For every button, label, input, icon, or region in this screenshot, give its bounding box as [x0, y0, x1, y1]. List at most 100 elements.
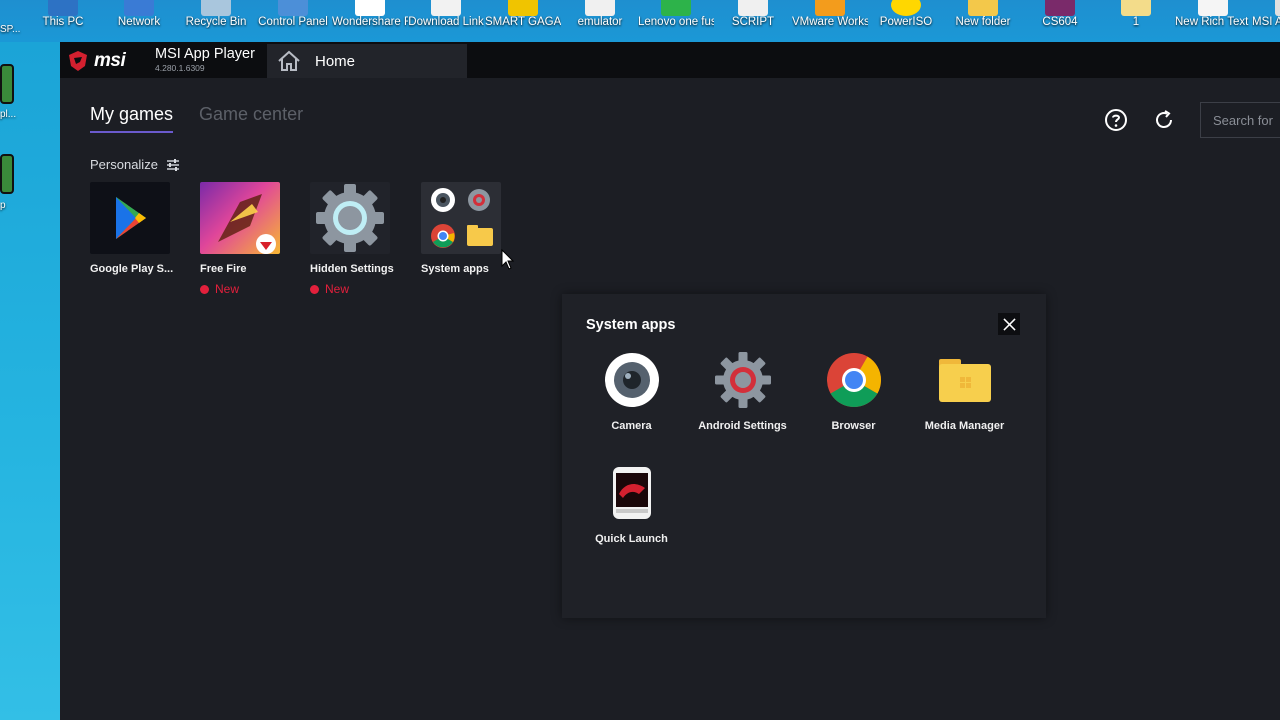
quick-launch-icon — [612, 467, 651, 519]
folder-icon — [421, 182, 501, 254]
system-app-label: Quick Launch — [595, 533, 668, 545]
desktop-icon-network[interactable]: Network — [101, 0, 177, 42]
desktop-icons-row: This PC Network Recycle Bin Control Pane… — [0, 0, 1280, 42]
desktop-icon-label: MSI App Player — [1252, 16, 1280, 28]
chrome-icon — [826, 353, 881, 408]
desktop-icon-msi-player[interactable]: MSI App Player — [1252, 0, 1280, 42]
desktop-icon-vmware[interactable]: VMware Workstati... — [792, 0, 868, 42]
free-fire-icon — [200, 182, 280, 254]
msi-app-player-window: msi MSI App Player 4.280.1.6309 Home My … — [60, 42, 1280, 720]
media-manager-folder-icon — [938, 359, 991, 402]
desktop-icon-rich-text[interactable]: New Rich Text Doc... — [1175, 0, 1251, 42]
desktop-icon-control-panel[interactable]: Control Panel — [255, 0, 331, 42]
filmora-icon — [355, 0, 385, 16]
desktop-icon-label: Control Panel — [258, 16, 328, 28]
game-free-fire[interactable]: Free Fire New — [200, 182, 300, 296]
game-hidden-settings[interactable]: Hidden Settings New — [310, 182, 410, 296]
vmware-icon — [815, 0, 845, 16]
new-badge: New — [200, 282, 300, 296]
home-tab-label: Home — [315, 52, 356, 70]
help-icon[interactable] — [1104, 108, 1128, 132]
app-shortcut-icon[interactable] — [0, 154, 14, 194]
desktop-icon-label: Download Link — [408, 16, 484, 28]
desktop-left-icons: SP... pl... p — [0, 24, 60, 720]
desktop-icon-label: Lenovo one fusion an... — [638, 16, 714, 28]
desktop-icon-recycle-bin[interactable]: Recycle Bin — [178, 0, 254, 42]
desktop-icon-label: CS604 — [1042, 16, 1078, 28]
desktop-icon-lenovo[interactable]: Lenovo one fusion an... — [638, 0, 714, 42]
game-label: Hidden Settings — [310, 263, 394, 275]
personalize-button[interactable]: Personalize — [90, 157, 180, 172]
desktop-icon-download-link[interactable]: Download Link — [408, 0, 484, 42]
lenovo-icon — [661, 0, 691, 16]
refresh-icon[interactable] — [1152, 108, 1176, 132]
mouse-cursor-icon — [501, 249, 515, 270]
desktop-icon-filmora[interactable]: Wondershare Filmora 12 — [332, 0, 408, 42]
computer-icon — [48, 0, 78, 16]
document-icon — [585, 0, 615, 16]
desktop-icon-this-pc[interactable]: This PC — [25, 0, 101, 42]
desktop-icon-label: emulator — [577, 16, 623, 28]
tab-game-center[interactable]: Game center — [199, 104, 303, 133]
system-app-label: Android Settings — [698, 420, 787, 432]
desktop-icon-label: p — [0, 200, 6, 211]
tab-home[interactable]: Home — [267, 44, 467, 78]
personalize-label: Personalize — [90, 157, 158, 172]
msi-icon — [1275, 0, 1280, 16]
system-app-media-manager[interactable]: Media Manager — [909, 351, 1020, 432]
desktop-icon-label: SMART GAGA LITE — [485, 16, 561, 28]
desktop-icon-label: pl... — [0, 109, 17, 120]
popup-title: System apps — [586, 317, 676, 333]
close-icon — [1002, 317, 1016, 331]
android-settings-icon — [714, 352, 771, 408]
desktop-icon-smart-gaga[interactable]: SMART GAGA LITE — [485, 0, 561, 42]
gear-icon — [310, 182, 390, 254]
system-app-label: Camera — [611, 420, 652, 432]
document-icon — [738, 0, 768, 16]
desktop-icon-label: Recycle Bin — [185, 16, 247, 28]
home-icon — [278, 50, 300, 71]
desktop-icon-cs604[interactable]: CS604 — [1022, 0, 1098, 42]
msi-wordmark: msi — [94, 50, 126, 71]
shortcut-icon — [431, 0, 461, 16]
desktop-icon-emulator[interactable]: emulator — [562, 0, 638, 42]
system-app-label: Browser — [831, 420, 876, 432]
desktop-icon-label: 1 — [1132, 16, 1140, 28]
msi-dragon-icon — [69, 51, 87, 71]
system-apps-popup: System apps Camera Android Settings Brow… — [562, 294, 1046, 618]
game-google-play[interactable]: Google Play S... — [90, 182, 190, 275]
desktop-icon-poweriso[interactable]: PowerISO — [868, 0, 944, 42]
game-label: Google Play S... — [90, 263, 174, 275]
system-app-browser[interactable]: Browser — [798, 351, 909, 432]
desktop-icon-label: SCRIPT — [731, 16, 775, 28]
tab-my-games[interactable]: My games — [90, 104, 174, 133]
desktop-icon-1[interactable]: 1 — [1098, 0, 1174, 42]
app-title: MSI App Player — [155, 46, 255, 62]
desktop-icon-script[interactable]: SCRIPT — [715, 0, 791, 42]
desktop-icon-label: This PC — [42, 16, 84, 28]
desktop-icon-label: SP... — [0, 24, 21, 35]
desktop-icon-new-folder[interactable]: New folder — [945, 0, 1021, 42]
desktop-icon-label: Wondershare Filmora 12 — [332, 16, 408, 28]
app-version: 4.280.1.6309 — [155, 63, 205, 73]
system-app-quick-launch[interactable]: Quick Launch — [576, 464, 687, 545]
system-app-android-settings[interactable]: Android Settings — [687, 351, 798, 432]
game-label: Free Fire — [200, 263, 247, 275]
poweriso-icon — [891, 0, 921, 16]
search-input[interactable]: Search for — [1200, 102, 1280, 138]
system-app-label: Media Manager — [924, 420, 1005, 432]
app-shortcut-icon[interactable] — [0, 64, 14, 104]
new-badge: New — [310, 282, 410, 296]
msi-logo: msi — [68, 46, 126, 76]
desktop-icon-label: VMware Workstati... — [792, 16, 868, 28]
sliders-icon — [166, 158, 179, 171]
close-button[interactable] — [998, 313, 1020, 335]
system-app-camera[interactable]: Camera — [576, 351, 687, 432]
desktop-icon-label: PowerISO — [879, 16, 933, 28]
folder-icon — [968, 0, 998, 16]
document-icon — [1198, 0, 1228, 16]
desktop-icon-label: New folder — [955, 16, 1011, 28]
archive-icon — [1045, 0, 1075, 16]
smart-gaga-icon — [508, 0, 538, 16]
google-play-icon — [90, 182, 170, 254]
